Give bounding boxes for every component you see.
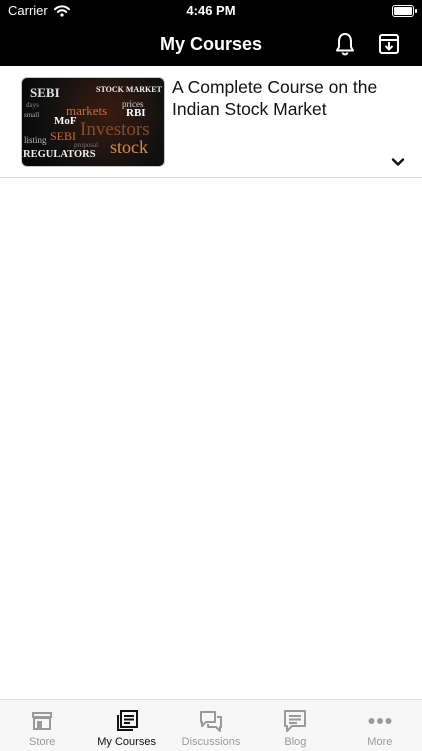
thumb-word: listing xyxy=(24,135,47,145)
course-list-item[interactable]: SEBI STOCK MARKET days prices small mark… xyxy=(0,66,422,178)
download-box-icon[interactable] xyxy=(376,31,402,57)
tab-more[interactable]: More xyxy=(338,700,422,751)
thumb-word: SEBI xyxy=(50,129,77,143)
status-bar: Carrier 4:46 PM xyxy=(0,0,422,22)
tab-my-courses[interactable]: My Courses xyxy=(84,700,168,751)
tab-label: Discussions xyxy=(181,736,241,748)
course-title[interactable]: A Complete Course on the Indian Stock Ma… xyxy=(172,76,402,120)
courses-icon xyxy=(116,710,138,731)
tab-discussions[interactable]: Discussions xyxy=(169,700,253,751)
store-icon xyxy=(32,712,53,730)
thumb-word: proposal xyxy=(74,141,99,149)
thumb-word: STOCK MARKET xyxy=(96,85,162,94)
thumb-word: small xyxy=(24,111,40,119)
tab-bar: Store My Courses Discussions Blog More xyxy=(0,699,422,751)
thumb-word: SEBI xyxy=(30,85,60,100)
nav-bar: My Courses xyxy=(0,22,422,66)
thumb-word: RBI xyxy=(126,107,146,119)
course-thumbnail: SEBI STOCK MARKET days prices small mark… xyxy=(21,77,165,167)
tab-store[interactable]: Store xyxy=(0,700,84,751)
thumb-word: days xyxy=(26,101,39,109)
discussions-icon xyxy=(200,711,223,732)
tab-blog[interactable]: Blog xyxy=(253,700,337,751)
battery-icon xyxy=(392,5,417,17)
tab-label: More xyxy=(367,736,393,748)
more-icon xyxy=(368,718,392,724)
tab-label: Store xyxy=(29,736,56,748)
tab-label: Blog xyxy=(284,736,307,748)
tab-label: My Courses xyxy=(97,736,156,748)
blog-icon xyxy=(284,710,307,732)
status-time: 4:46 PM xyxy=(186,3,236,18)
chevron-down-icon[interactable] xyxy=(390,154,406,170)
thumb-word: stock xyxy=(110,137,148,157)
thumb-word: MoF xyxy=(54,115,77,127)
bell-icon[interactable] xyxy=(332,31,358,57)
page-title: My Courses xyxy=(159,34,263,54)
thumb-word: REGULATORS xyxy=(23,149,96,160)
